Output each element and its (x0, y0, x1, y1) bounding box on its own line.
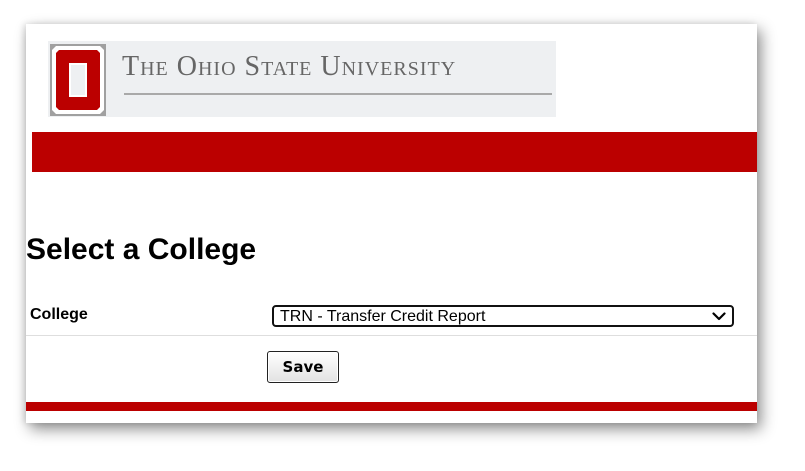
college-label: College (30, 306, 88, 323)
header-bar (32, 132, 757, 172)
footer-bar (26, 402, 757, 411)
university-wordmark: The Ohio State University (122, 51, 457, 82)
save-button[interactable]: Save (267, 351, 339, 383)
logo-rule (124, 93, 552, 95)
page-title: Select a College (26, 233, 257, 266)
chevron-down-icon (712, 312, 726, 321)
block-o-icon (50, 44, 106, 116)
college-select-value: TRN - Transfer Credit Report (280, 308, 486, 325)
row-divider (26, 335, 757, 336)
college-select[interactable]: TRN - Transfer Credit Report (272, 305, 734, 327)
university-logo: The Ohio State University (48, 41, 556, 117)
page-frame: The Ohio State University Select a Colle… (26, 24, 757, 423)
